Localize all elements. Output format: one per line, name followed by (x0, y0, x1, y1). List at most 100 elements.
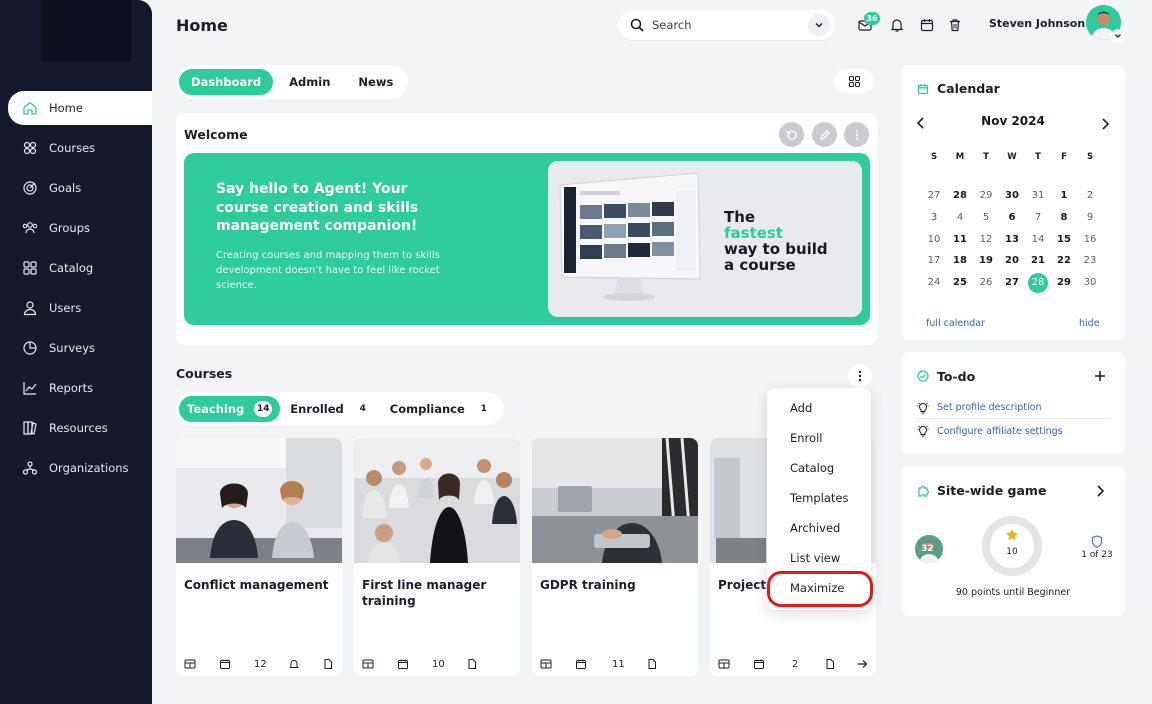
sidebar-item-groups[interactable]: Groups (0, 208, 152, 248)
sidebar-item-goals[interactable]: Goals (0, 168, 152, 208)
todo-panel: To-do Set profile description Configure … (901, 352, 1125, 454)
calendar-day[interactable]: 20 (999, 255, 1025, 266)
reset-icon (786, 129, 798, 141)
tab-dashboard[interactable]: Dashboard (179, 69, 274, 95)
resources-icon (22, 420, 38, 436)
calendar-day[interactable]: 30 (1077, 277, 1103, 288)
more-vertical-icon (851, 129, 863, 141)
courses-more-button[interactable] (848, 364, 872, 388)
banner-subtext: Creating courses and mapping them to ski… (216, 250, 440, 291)
user-name[interactable]: Steven Johnson (989, 17, 1085, 30)
tab-enrolled[interactable]: Enrolled 4 (282, 396, 380, 422)
more-button[interactable] (844, 122, 869, 147)
sidebar-item-organizations[interactable]: Organizations (0, 448, 152, 488)
calendar-day[interactable]: 16 (1077, 234, 1103, 245)
tab-compliance[interactable]: Compliance 1 (382, 396, 501, 422)
course-card-first-line-manager[interactable]: First line manager training 10 (354, 438, 520, 676)
calendar-day[interactable]: 12 (973, 234, 999, 245)
sidebar-item-courses[interactable]: Courses (0, 128, 152, 168)
calendar-day[interactable]: 13 (999, 234, 1025, 245)
calendar-day[interactable]: 18 (947, 255, 973, 266)
calendar-day[interactable]: 27 (999, 277, 1025, 288)
menu-item-archived[interactable]: Archived (790, 521, 840, 535)
calendar-day[interactable]: 1 (1051, 190, 1077, 201)
calendar-icon (753, 656, 765, 672)
maximize-highlight (767, 571, 873, 607)
bell-icon[interactable] (888, 16, 906, 34)
layout-grid-button[interactable] (834, 69, 874, 93)
pencil-icon (819, 129, 831, 141)
calendar-day[interactable]: 27 (921, 190, 947, 201)
calendar-day[interactable]: 3 (921, 212, 947, 223)
trash-icon[interactable] (946, 16, 964, 34)
calendar-day[interactable]: 22 (1051, 255, 1077, 266)
calendar-icon (219, 656, 231, 672)
calendar-day[interactable]: 14 (1025, 234, 1051, 245)
calendar-day[interactable]: 17 (921, 255, 947, 266)
calendar-day[interactable]: 29 (1051, 277, 1077, 288)
calendar-day[interactable]: 23 (1077, 255, 1103, 266)
menu-item-templates[interactable]: Templates (790, 491, 848, 505)
hide-calendar-link[interactable]: hide (1079, 318, 1100, 329)
menu-item-catalog[interactable]: Catalog (790, 461, 834, 475)
search-input[interactable]: Search (618, 10, 836, 40)
chevron-right-icon[interactable] (1099, 117, 1111, 131)
todo-item[interactable]: Set profile description (917, 397, 1111, 419)
full-calendar-link[interactable]: full calendar (926, 318, 985, 329)
sidebar-item-home[interactable]: Home (8, 91, 152, 125)
calendar-day[interactable]: 7 (1025, 212, 1051, 223)
sidebar-item-resources[interactable]: Resources (0, 408, 152, 448)
todo-item[interactable]: Configure affiliate settings (917, 420, 1111, 442)
arrow-right-icon[interactable] (856, 656, 868, 672)
calendar-day[interactable]: 26 (973, 277, 999, 288)
sidebar-item-surveys[interactable]: Surveys (0, 328, 152, 368)
sidebar-item-users[interactable]: Users (0, 288, 152, 328)
course-card-gdpr-training[interactable]: GDPR training 11 (532, 438, 698, 676)
edit-button[interactable] (812, 122, 837, 147)
calendar-day[interactable]: 19 (973, 255, 999, 266)
calendar-day[interactable]: 28 (947, 190, 973, 201)
calendar-day[interactable]: 29 (973, 190, 999, 201)
chevron-down-icon[interactable] (1111, 29, 1125, 43)
chevron-right-icon[interactable] (1095, 484, 1105, 498)
calendar-day[interactable]: 8 (1051, 212, 1077, 223)
menu-item-add[interactable]: Add (790, 401, 812, 415)
tab-count: 14 (254, 400, 273, 417)
calendar-day[interactable]: 4 (947, 212, 973, 223)
reset-button[interactable] (779, 122, 804, 147)
calendar-day[interactable]: 2 (1077, 190, 1103, 201)
calendar-day-today[interactable]: 28 (1025, 272, 1051, 293)
calendar-title: Calendar (937, 81, 1000, 96)
calendar-day[interactable]: 21 (1025, 255, 1051, 266)
sidebar-item-reports[interactable]: Reports (0, 368, 152, 408)
sidebar-item-label: Resources (49, 421, 108, 435)
calendar-day[interactable]: 25 (947, 277, 973, 288)
calendar-icon[interactable] (918, 16, 936, 34)
calendar-day[interactable]: 6 (999, 212, 1025, 223)
course-card-conflict-management[interactable]: Conflict management 12 (176, 438, 342, 676)
menu-item-list-view[interactable]: List view (790, 551, 840, 565)
calendar-icon (917, 83, 929, 95)
tab-news[interactable]: News (346, 69, 405, 95)
calendar-day[interactable]: 15 (1051, 234, 1077, 245)
tab-teaching[interactable]: Teaching 14 (179, 395, 281, 422)
calendar-day[interactable]: 9 (1077, 212, 1103, 223)
course-footer: 2 (710, 656, 876, 672)
calendar-month: Nov 2024 (981, 114, 1045, 128)
calendar-day[interactable]: 10 (921, 234, 947, 245)
calendar-day[interactable]: 30 (999, 190, 1025, 201)
menu-item-enroll[interactable]: Enroll (790, 431, 822, 445)
tab-admin[interactable]: Admin (277, 69, 342, 95)
calendar-day[interactable]: 5 (973, 212, 999, 223)
game-rank: 1 of 23 (1081, 550, 1113, 560)
table-icon (184, 656, 196, 672)
welcome-banner: Say hello to Agent! Your course creation… (184, 153, 870, 325)
calendar-day[interactable]: 24 (921, 277, 947, 288)
calendar-day[interactable]: 31 (1025, 190, 1051, 201)
sidebar-item-catalog[interactable]: Catalog (0, 248, 152, 288)
course-image (176, 438, 342, 563)
chevron-down-icon[interactable] (808, 14, 830, 36)
plus-icon[interactable] (1094, 370, 1106, 382)
calendar-day[interactable]: 11 (947, 234, 973, 245)
course-footer: 11 (532, 656, 698, 672)
